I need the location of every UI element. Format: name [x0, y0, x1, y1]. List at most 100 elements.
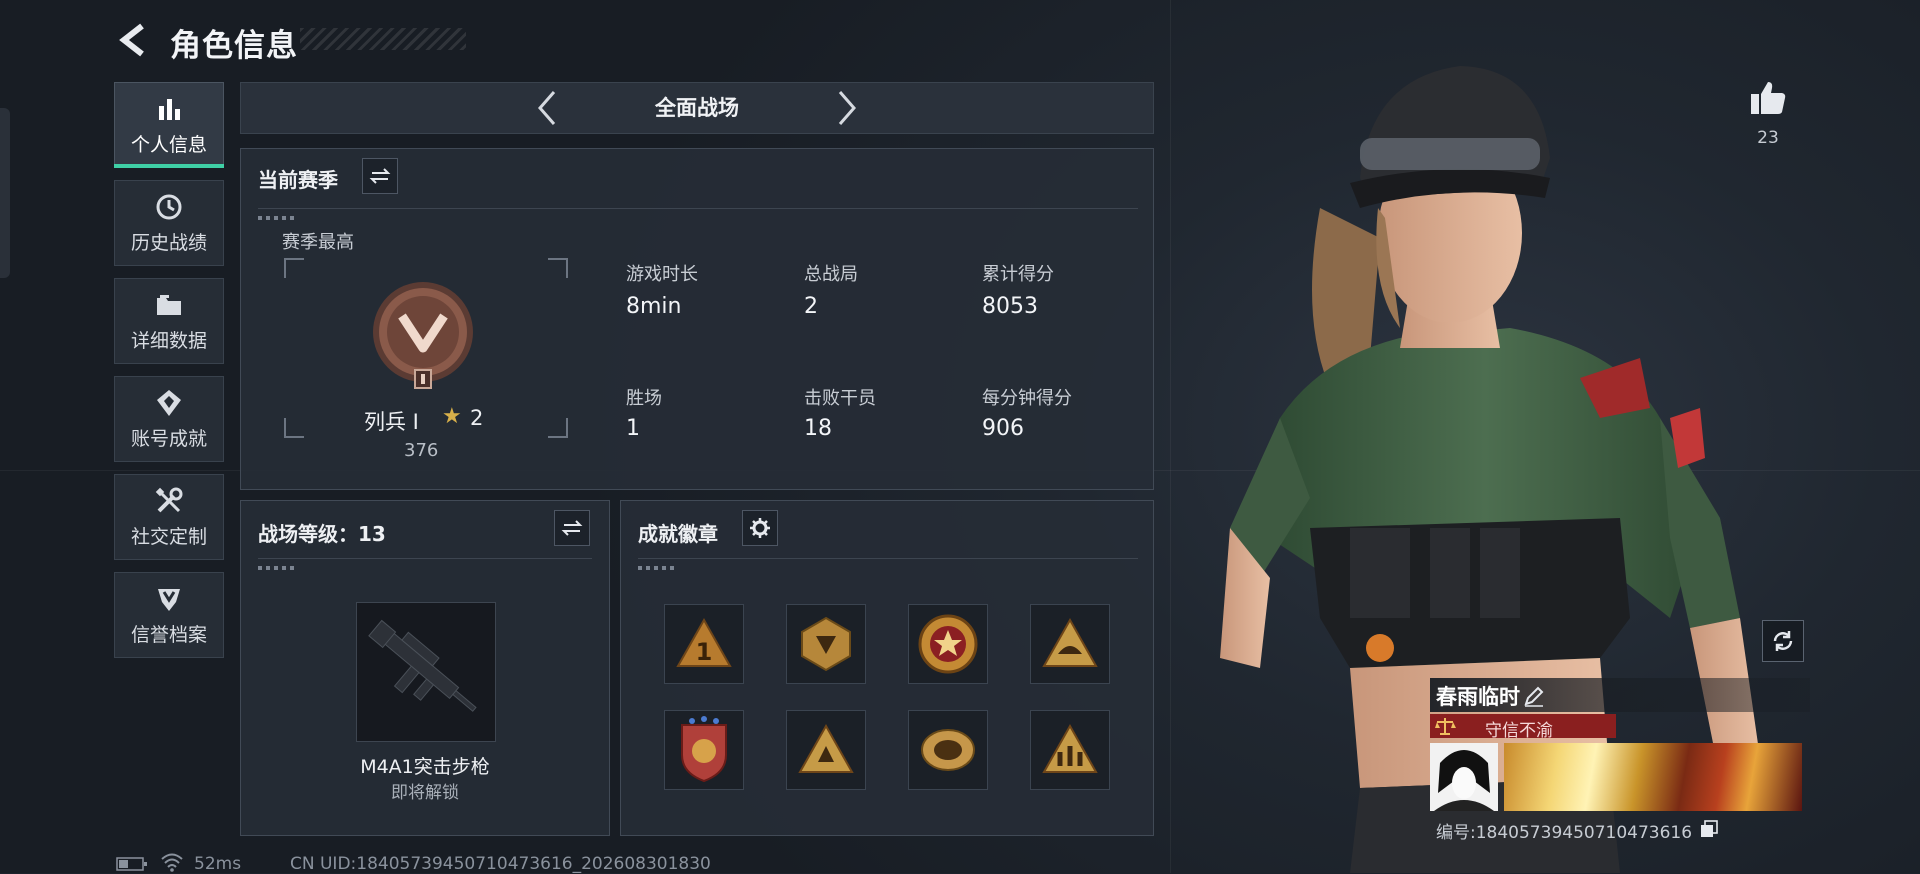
refresh-icon: [1773, 631, 1793, 651]
stat-value-matches: 2: [804, 294, 818, 319]
page-title: 角色信息: [170, 28, 298, 64]
stat-value-kills: 18: [804, 416, 832, 441]
wrench-screwdriver-icon: [155, 487, 183, 512]
title-decoration: [300, 28, 466, 50]
badge-shield-icon: [681, 716, 727, 783]
badge-triangle-icon: [1042, 617, 1098, 667]
swap-icon: [369, 168, 391, 184]
weapon-status: 即将解锁: [391, 783, 459, 803]
shield-rank-icon: [158, 588, 180, 611]
season-best-label: 赛季最高: [282, 232, 354, 253]
badge-emblem-icon: [801, 616, 851, 672]
nav-label: 详细数据: [130, 329, 207, 352]
level-switch-button[interactable]: [554, 510, 590, 546]
battlefield-level-title: 战场等级：13: [258, 522, 386, 546]
nav-item-social-custom[interactable]: 社交定制: [114, 474, 224, 560]
badge-star-medal-icon: [918, 614, 978, 674]
divider-dots: [258, 216, 298, 220]
nav-label: 社交定制: [130, 525, 207, 548]
nav-item-achievements[interactable]: 账号成就: [114, 376, 224, 462]
rank-points: 376: [404, 440, 439, 461]
folder-icon: [157, 294, 181, 315]
rank-stars: 2: [470, 406, 484, 430]
avatar-portrait-icon: [1430, 743, 1498, 811]
nav-label: 账号成就: [130, 427, 207, 450]
nav-item-history[interactable]: 历史战绩: [114, 180, 224, 266]
stat-label-score-per-min: 每分钟得分: [982, 388, 1072, 409]
copy-icon[interactable]: [1700, 820, 1718, 838]
stat-label-matches: 总战局: [804, 264, 858, 285]
achievement-badge[interactable]: 1: [664, 604, 744, 684]
gear-icon: [750, 518, 770, 538]
nav-label: 信誉档案: [130, 623, 207, 646]
badge-figures-icon: [1042, 723, 1098, 773]
achievement-badge-icon: [157, 389, 181, 416]
history-clock-icon: [156, 194, 182, 219]
achievement-badge[interactable]: [908, 710, 988, 790]
name-card-banner[interactable]: [1504, 743, 1802, 811]
player-id: 编号:1840573945071047361​6: [1436, 823, 1693, 843]
swap-icon: [561, 520, 583, 536]
stat-label-playtime: 游戏时长: [626, 264, 698, 285]
back-arrow-icon[interactable]: [116, 22, 152, 58]
scale-icon: [1435, 718, 1456, 735]
achievements-settings-button[interactable]: [742, 510, 778, 546]
rotate-view-button[interactable]: [1762, 620, 1804, 662]
rank-medal-icon: [373, 282, 473, 389]
frame-corner: [284, 418, 304, 438]
divider: [258, 208, 1138, 209]
frame-corner: [548, 418, 568, 438]
reputation-label: 守信不渝: [1485, 721, 1553, 741]
achievement-badge[interactable]: [1030, 604, 1110, 684]
weapon-thumbnail[interactable]: [356, 602, 496, 742]
edge-handle: [0, 108, 10, 278]
ping-value: 52ms: [194, 854, 242, 874]
divider-dots: [258, 566, 298, 570]
chevron-left-icon[interactable]: [532, 88, 562, 128]
star-icon: ★: [442, 404, 462, 429]
rifle-icon: [368, 619, 477, 712]
player-name: 春雨临时: [1436, 685, 1520, 709]
stat-value-playtime: 8min: [626, 294, 682, 319]
divider: [258, 558, 592, 559]
stat-value-wins: 1: [626, 416, 640, 441]
bar-chart-icon: [159, 98, 180, 120]
achievement-badge[interactable]: [1030, 710, 1110, 790]
nav-label: 历史战绩: [130, 231, 207, 254]
stat-value-score-per-min: 906: [982, 416, 1024, 441]
frame-corner: [548, 258, 568, 278]
stat-label-total-score: 累计得分: [982, 264, 1054, 285]
stat-value-total-score: 8053: [982, 294, 1038, 319]
nav-item-detailed-data[interactable]: 详细数据: [114, 278, 224, 364]
season-switch-button[interactable]: [362, 158, 398, 194]
achievement-badge[interactable]: [786, 604, 866, 684]
wifi-icon: [161, 853, 183, 872]
chevron-right-icon[interactable]: [832, 88, 862, 128]
mode-title: 全面战场: [655, 96, 739, 120]
badge-round-emblem-icon: [921, 729, 975, 771]
nav-item-reputation[interactable]: 信誉档案: [114, 572, 224, 658]
frame-corner: [284, 258, 304, 278]
avatar[interactable]: [1430, 743, 1498, 811]
achievements-title: 成就徽章: [638, 522, 718, 546]
achievement-badge[interactable]: [786, 710, 866, 790]
stat-label-wins: 胜场: [626, 388, 662, 409]
uid-text: CN UID:1840573945071047361​6_20260830183…: [290, 854, 711, 874]
stat-label-kills: 击败干员: [804, 388, 876, 409]
season-title: 当前赛季: [258, 168, 338, 192]
nav-label: 个人信息: [130, 133, 207, 156]
svg-text:1: 1: [696, 638, 713, 666]
achievement-badge[interactable]: [908, 604, 988, 684]
edit-pencil-icon[interactable]: [1522, 684, 1546, 708]
rank-name: 列兵 Ⅰ: [364, 410, 419, 434]
divider: [638, 558, 1138, 559]
like-count: 23: [1757, 128, 1779, 148]
nav-item-personal-info[interactable]: 个人信息: [114, 82, 224, 168]
badge-number-one-icon: 1: [676, 617, 732, 667]
divider-dots: [638, 566, 678, 570]
battery-icon: [116, 857, 147, 871]
achievement-badge[interactable]: [664, 710, 744, 790]
weapon-name: M4A1突击步枪: [360, 756, 490, 778]
thumbs-up-icon[interactable]: [1748, 78, 1788, 118]
bg-grid-line: [1170, 0, 1171, 873]
